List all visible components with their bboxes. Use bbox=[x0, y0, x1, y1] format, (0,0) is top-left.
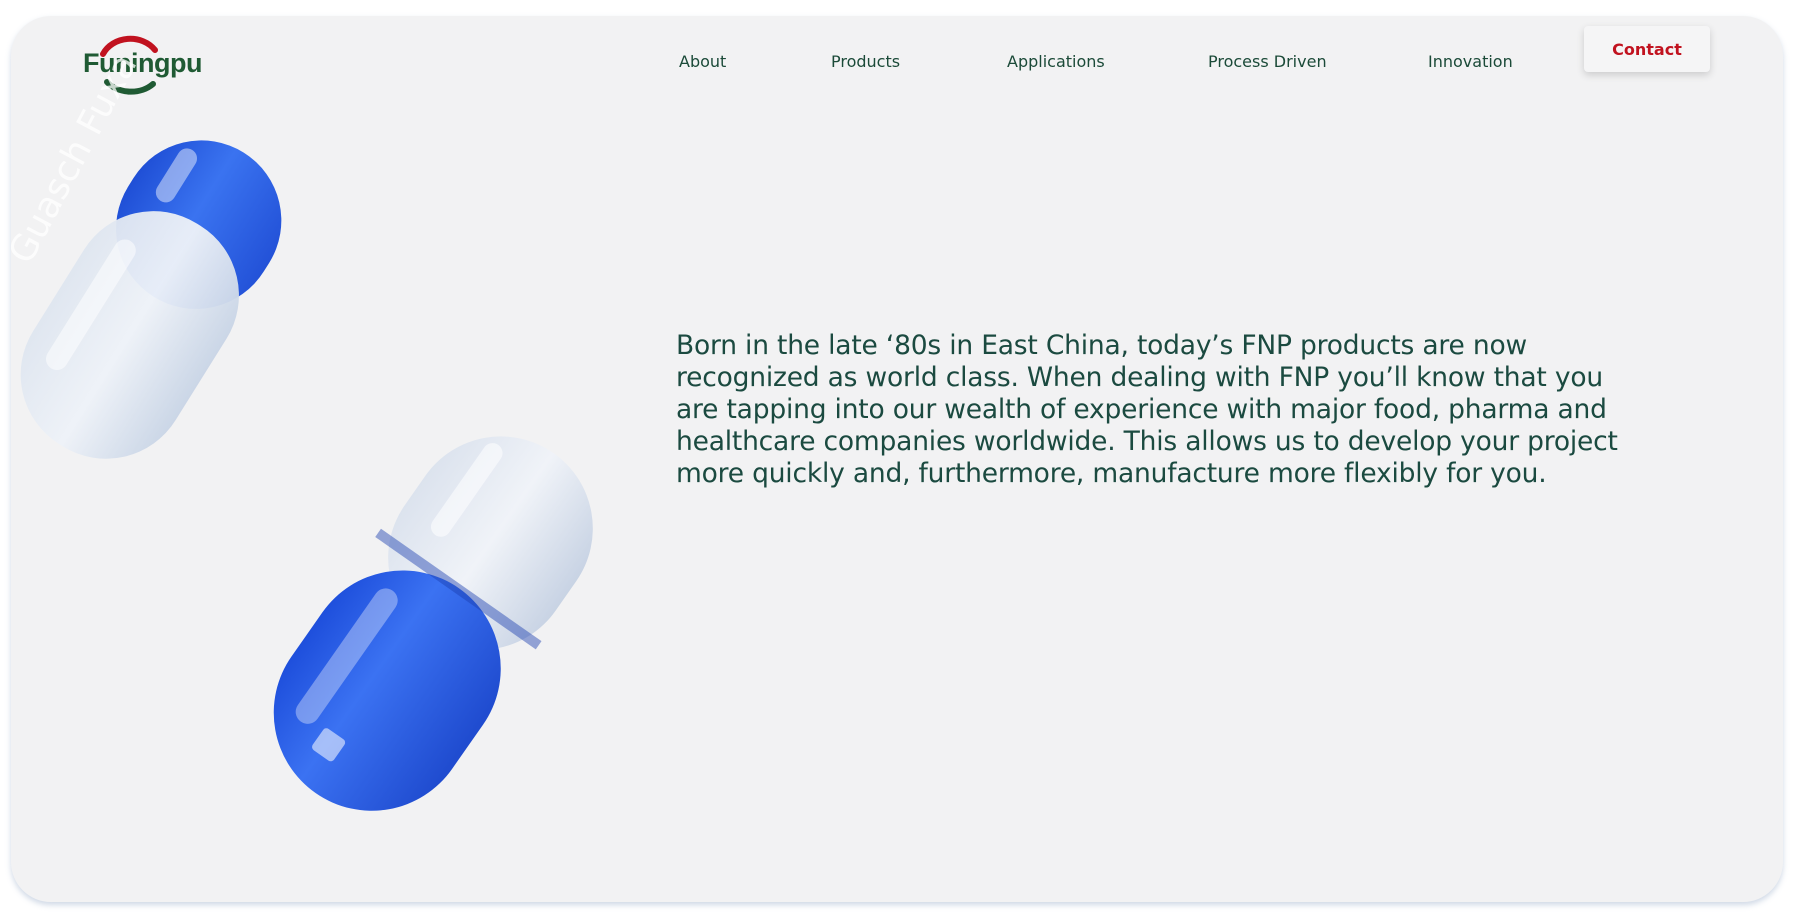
nav-about[interactable]: About bbox=[679, 52, 726, 71]
nav-applications[interactable]: Applications bbox=[1007, 52, 1105, 71]
hero-description: Born in the late ‘80s in East China, tod… bbox=[676, 330, 1618, 489]
capsule-image-bottom bbox=[273, 436, 593, 811]
page-frame: Funingpu About Products Applications Pro… bbox=[11, 16, 1783, 902]
nav-innovation[interactable]: Innovation bbox=[1428, 52, 1513, 71]
contact-button[interactable]: Contact bbox=[1584, 26, 1710, 72]
nav-products[interactable]: Products bbox=[831, 52, 900, 71]
nav-process-driven[interactable]: Process Driven bbox=[1208, 52, 1327, 71]
top-navigation: Funingpu About Products Applications Pro… bbox=[11, 16, 1783, 106]
